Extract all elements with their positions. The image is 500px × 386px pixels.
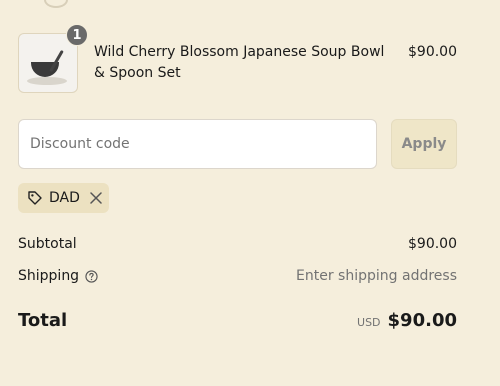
shipping-label: Shipping <box>18 268 80 284</box>
product-price: $90.00 <box>408 44 457 60</box>
subtotal-row: Subtotal $90.00 <box>18 236 457 256</box>
apply-button[interactable]: Apply <box>391 119 457 169</box>
discount-code-input[interactable] <box>18 119 377 169</box>
applied-discount-tag: DAD <box>18 183 109 213</box>
cropped-item-fragment <box>44 0 68 8</box>
tag-icon <box>27 190 43 206</box>
total-label: Total <box>18 310 68 331</box>
subtotal-label: Subtotal <box>18 236 77 252</box>
line-item: 1 Wild Cherry Blossom Japanese Soup Bowl… <box>18 24 457 95</box>
total-value: $90.00 <box>387 310 457 331</box>
shipping-label-group: Shipping <box>18 268 98 284</box>
total-value-group: USD $90.00 <box>357 310 457 331</box>
currency-code: USD <box>357 316 381 329</box>
shipping-row: Shipping Enter shipping address <box>18 268 457 288</box>
subtotal-value: $90.00 <box>408 236 457 252</box>
close-icon[interactable] <box>90 192 102 204</box>
discount-code-label: DAD <box>49 190 80 206</box>
product-name: Wild Cherry Blossom Japanese Soup Bowl &… <box>94 44 385 81</box>
quantity-badge: 1 <box>66 24 88 46</box>
shipping-value: Enter shipping address <box>296 268 457 284</box>
thumbnail-base <box>27 77 67 85</box>
total-row: Total USD $90.00 <box>18 310 457 336</box>
discount-row: Apply <box>18 119 457 169</box>
help-circle-icon[interactable] <box>85 269 98 283</box>
